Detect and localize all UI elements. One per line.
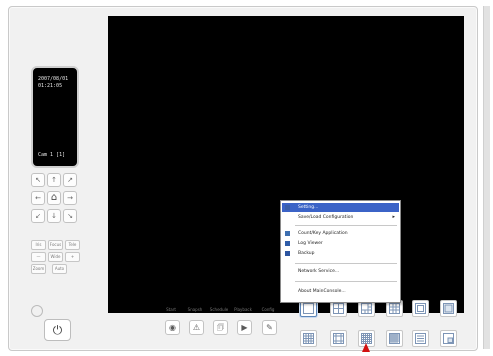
schedule-icon[interactable]: 🗊 [213, 320, 228, 335]
playback-label: Playback [234, 307, 252, 312]
menu-separator [295, 225, 397, 226]
layout-4x4-icon [303, 333, 314, 344]
ptz-right-button[interactable]: → [63, 191, 77, 205]
config-context-menu: Setting... Save/Load Configuration ▸ Cou… [280, 200, 401, 303]
power-button[interactable]: ⏻ [44, 319, 71, 341]
config-icon[interactable]: ✎ [262, 320, 277, 335]
menu-item-network-service[interactable]: Network Service... [282, 267, 399, 276]
config-label: Config [261, 307, 275, 312]
menu-item-setting[interactable]: Setting... [282, 203, 399, 212]
menu-item-label: Backup [298, 251, 315, 256]
menu-item-label: Setting... [298, 205, 319, 210]
ptz-left-button[interactable]: ← [31, 191, 45, 205]
menu-item-count-key-application[interactable]: Count/Key Application [282, 229, 399, 238]
alert-icon[interactable]: ⚠ [189, 320, 204, 335]
layout-6x6-button[interactable] [386, 330, 403, 347]
ptz-zoom-button[interactable]: Zoom [31, 264, 46, 274]
menu-item-about-mainconsole[interactable]: About MainConsole... [282, 287, 399, 296]
ptz-tele-button[interactable]: Tele [65, 240, 80, 250]
layout-4x4-button[interactable] [300, 330, 317, 347]
menu-item-save-load-configuration[interactable]: Save/Load Configuration ▸ [282, 213, 399, 222]
red-pointer-arrow-icon [362, 343, 370, 352]
layout-1plus5-icon [361, 303, 372, 314]
playback-icon[interactable]: ▶ [237, 320, 252, 335]
fullscreen-icon [443, 303, 454, 314]
ptz-auto-button[interactable]: Auto [52, 264, 67, 274]
ptz-minus-button[interactable]: — [31, 252, 46, 262]
menu-item-log-viewer[interactable]: Log Viewer [282, 239, 399, 248]
ptz-iris-button[interactable]: Iris [31, 240, 46, 250]
lcd-time: 01:21:05 [38, 83, 63, 89]
layout-1plus12-icon [333, 333, 344, 344]
layout-sequence-button[interactable] [412, 330, 429, 347]
backup-icon [285, 251, 290, 256]
logo-icon [31, 305, 43, 317]
ptz-home-button[interactable]: ⌂ [47, 191, 61, 205]
layout-1plus12-button[interactable] [330, 330, 347, 347]
layout-pip-button[interactable] [440, 330, 457, 347]
settings-icon [285, 205, 290, 210]
submenu-arrow-icon: ▸ [392, 214, 395, 220]
ptz-plus-button[interactable]: + [65, 252, 80, 262]
layout-1plus7-button[interactable] [412, 300, 429, 317]
lcd-date: 2007/08/01 [38, 76, 69, 82]
menu-item-label: Save/Load Configuration [298, 215, 354, 220]
menu-item-label: Network Service... [298, 269, 340, 274]
ptz-wide-button[interactable]: Wide [48, 252, 63, 262]
ptz-down-button[interactable]: ↓ [47, 209, 61, 223]
start-label: Start [166, 307, 176, 312]
menu-separator [295, 281, 397, 282]
pip-icon [443, 333, 454, 344]
sequence-icon [415, 333, 426, 344]
start-icon[interactable]: ◉ [165, 320, 180, 335]
layout-6x6-icon [389, 333, 400, 344]
window-edge [483, 6, 490, 349]
ptz-down-right-button[interactable]: ↘ [63, 209, 77, 223]
log-icon [285, 241, 290, 246]
snapshot-label: Snapsh [187, 307, 203, 312]
lcd-camera: Cam 1 [1] [38, 152, 66, 158]
layout-2x2-icon [333, 303, 344, 314]
lcd-status-panel: 2007/08/01 01:21:05 Cam 1 [1] [31, 66, 79, 168]
app-icon [285, 231, 290, 236]
layout-1plus7-icon [415, 303, 426, 314]
menu-item-label: Log Viewer [298, 241, 323, 246]
ptz-up-button[interactable]: ↑ [47, 173, 61, 187]
menu-separator [295, 263, 397, 264]
layout-fullscreen-button[interactable] [440, 300, 457, 317]
ptz-focus-button[interactable]: Focus [48, 240, 63, 250]
ptz-down-left-button[interactable]: ↙ [31, 209, 45, 223]
schedule-label: Schedule [209, 307, 229, 312]
layout-1x1-icon [303, 303, 314, 314]
ptz-up-left-button[interactable]: ↖ [31, 173, 45, 187]
layout-3x3-icon [389, 303, 400, 314]
menu-item-label: About MainConsole... [298, 289, 346, 294]
ptz-up-right-button[interactable]: ↗ [63, 173, 77, 187]
menu-item-label: Count/Key Application [298, 231, 348, 236]
menu-item-backup[interactable]: Backup [282, 249, 399, 258]
